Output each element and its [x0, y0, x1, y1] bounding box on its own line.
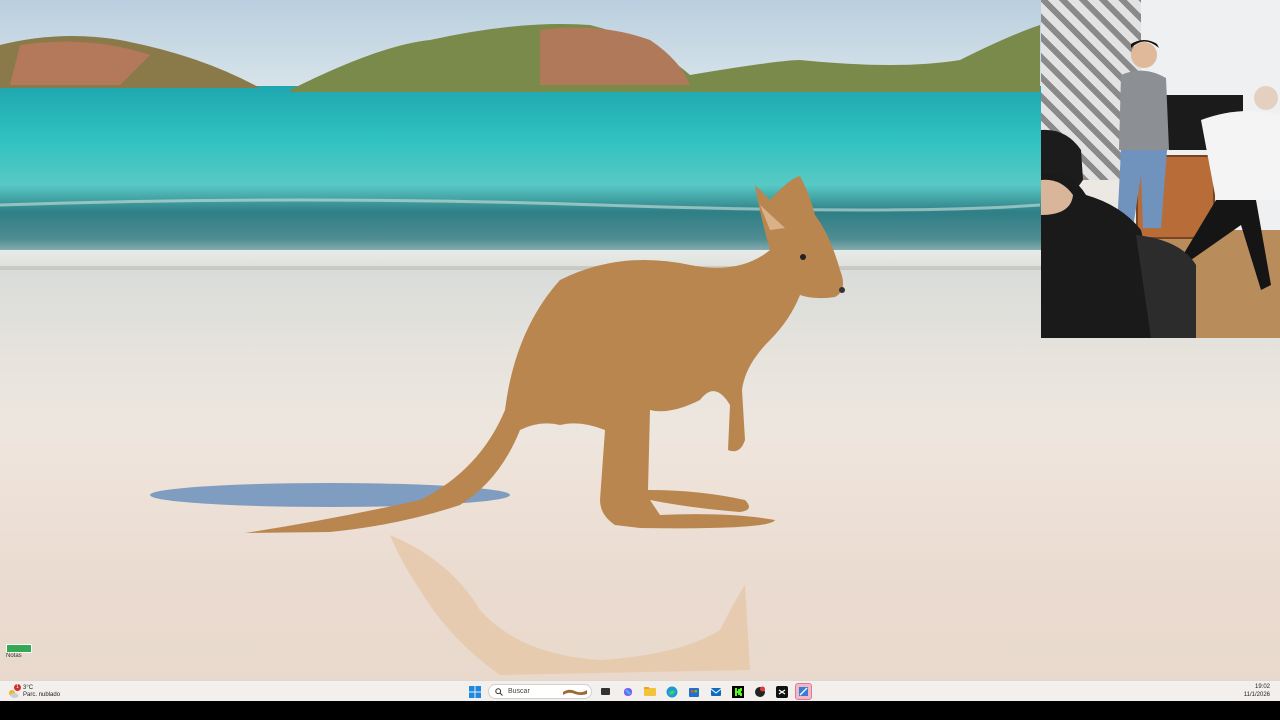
kangaroo-illustration — [245, 176, 845, 533]
search-highlight-icon — [563, 689, 587, 695]
mail-icon[interactable] — [707, 683, 724, 700]
edge-icon[interactable] — [663, 683, 680, 700]
clock-time: 19:02 — [1254, 684, 1270, 690]
weather-condition: Parc. nublado — [23, 691, 61, 698]
store-icon[interactable] — [685, 683, 702, 700]
clock-date: 11/1/2026 — [1243, 692, 1270, 698]
weather-widget[interactable]: 1 3°C Parc. nublado — [8, 683, 60, 700]
taskbar: 1 3°C Parc. nublado Buscar 19:02 11/1/20… — [0, 680, 1280, 702]
video-overlay[interactable] — [1041, 0, 1280, 338]
copilot-icon[interactable] — [619, 683, 636, 700]
bottom-black-strip — [0, 701, 1280, 720]
weather-badge: 1 — [14, 684, 21, 691]
weather-temperature: 3°C — [23, 684, 34, 691]
windows-start-icon[interactable] — [466, 683, 483, 700]
search-input[interactable] — [508, 688, 558, 695]
taskbar-search[interactable] — [488, 684, 592, 699]
task-view-icon[interactable] — [597, 683, 614, 700]
folder-icon[interactable] — [641, 683, 658, 700]
notes-widget-bar — [6, 644, 32, 653]
app-red-icon[interactable] — [751, 683, 768, 700]
video-people — [1041, 40, 1280, 338]
snip-icon[interactable] — [795, 683, 812, 700]
system-clock[interactable]: 19:02 11/1/2026 — [1244, 683, 1270, 699]
kick-icon[interactable] — [729, 683, 746, 700]
capcut-icon[interactable] — [773, 683, 790, 700]
cloud-sun-icon: 1 — [8, 684, 21, 698]
search-icon — [495, 683, 503, 701]
notes-widget-label: Notas — [6, 653, 22, 659]
desktop-notes-widget[interactable]: Notas — [6, 644, 34, 659]
taskbar-apps — [466, 682, 812, 701]
